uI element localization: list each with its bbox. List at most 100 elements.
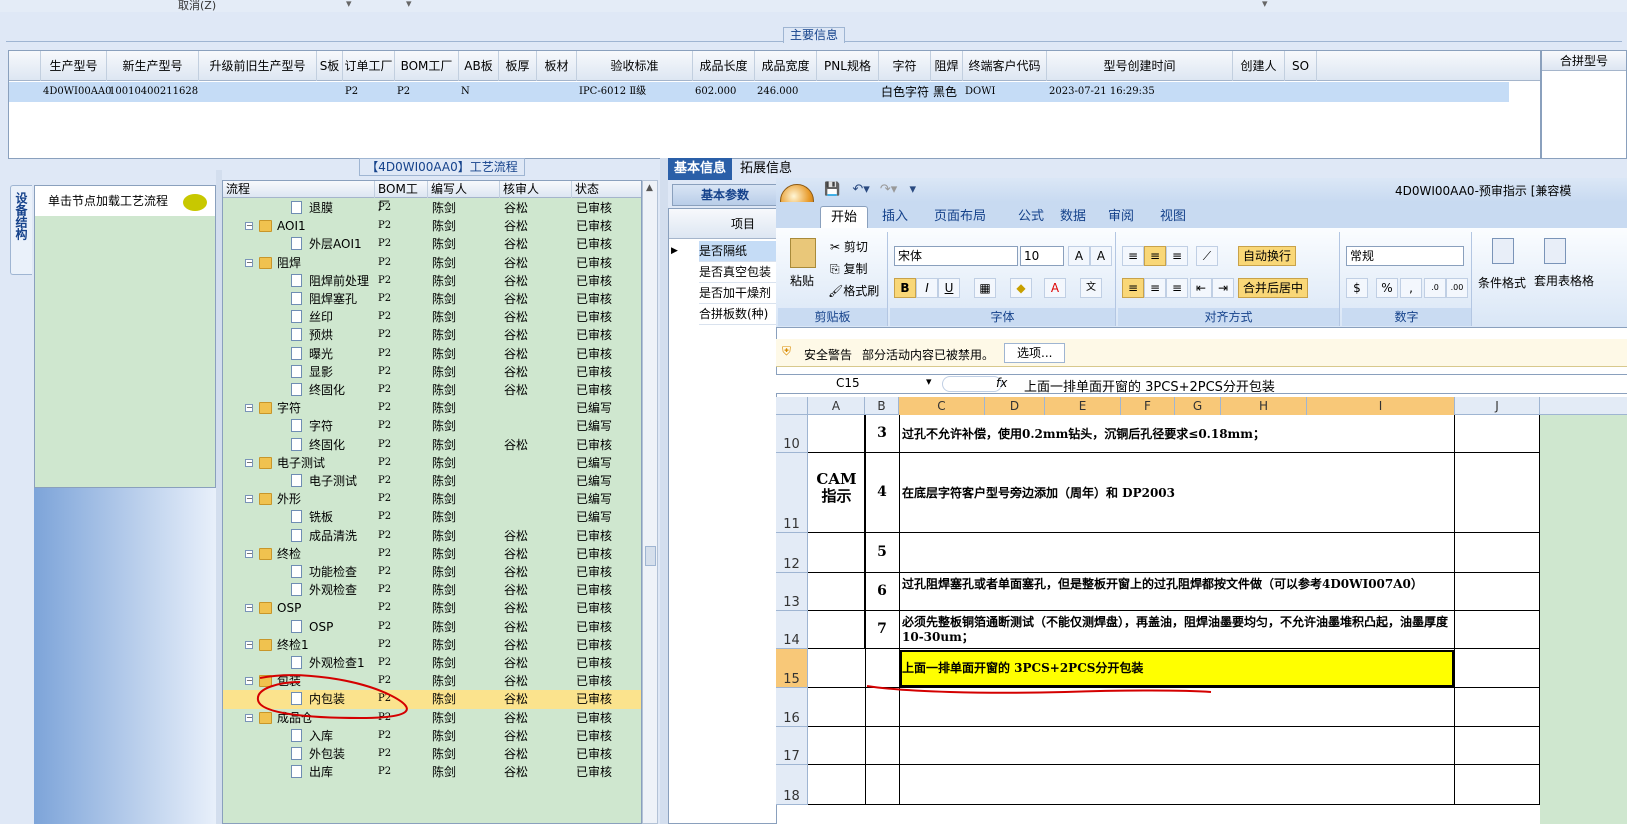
prop-row[interactable]: 是否真空包装 bbox=[699, 262, 777, 283]
decrease-decimal-icon[interactable]: .00 bbox=[1446, 278, 1468, 298]
col-header[interactable]: BOM工厂 bbox=[395, 51, 459, 81]
chevron-down-icon[interactable]: ▾ bbox=[406, 0, 412, 10]
collapse-icon[interactable]: − bbox=[245, 549, 253, 558]
tree-row[interactable]: 电子测试 P2 陈剑 已编写 bbox=[223, 472, 641, 490]
collapse-icon[interactable]: − bbox=[245, 604, 253, 613]
align-middle-icon[interactable]: ≡ bbox=[1144, 246, 1166, 266]
column-header[interactable]: C bbox=[899, 397, 985, 415]
cell-text[interactable]: 在底层字符客户型号旁边添加（周年）和 DP2003 bbox=[902, 486, 1452, 501]
tree-row[interactable]: 终固化 P2 陈剑 谷松 已审核 bbox=[223, 436, 641, 454]
collapse-icon[interactable]: − bbox=[245, 640, 253, 649]
row-header[interactable]: 18 bbox=[776, 765, 808, 805]
save-icon[interactable]: 💾 bbox=[824, 182, 840, 197]
collapse-icon[interactable]: − bbox=[245, 458, 253, 467]
row-header[interactable]: 16 bbox=[776, 688, 808, 727]
collapse-icon[interactable]: − bbox=[245, 222, 253, 231]
currency-icon[interactable]: $ bbox=[1346, 278, 1368, 298]
tree-row[interactable]: − 终检1 P2 陈剑 谷松 已审核 bbox=[223, 636, 641, 654]
border-icon[interactable]: ▦ bbox=[974, 278, 996, 298]
col-header[interactable]: AB板 bbox=[459, 51, 499, 81]
wrap-text-button[interactable]: 自动换行 bbox=[1238, 246, 1297, 266]
customize-icon[interactable]: ▾ bbox=[909, 182, 916, 197]
collapse-icon[interactable]: − bbox=[245, 404, 253, 413]
col-header[interactable]: PNL规格 bbox=[817, 51, 879, 81]
decrease-indent-icon[interactable]: ⇤ bbox=[1190, 278, 1212, 298]
tree-row[interactable]: 外层AOI1 P2 陈剑 谷松 已审核 bbox=[223, 235, 641, 253]
col-header-writer[interactable]: 编写人 bbox=[428, 181, 500, 198]
col-header[interactable]: 终端客户代码 bbox=[963, 51, 1047, 81]
orientation-icon[interactable]: ⟋ bbox=[1196, 246, 1218, 266]
tree-row[interactable]: 终固化 P2 陈剑 谷松 已审核 bbox=[223, 381, 641, 399]
col-header[interactable]: 字符 bbox=[879, 51, 931, 81]
col-header[interactable]: 升级前旧生产型号 bbox=[199, 51, 317, 81]
percent-icon[interactable]: % bbox=[1376, 278, 1398, 298]
table-cell[interactable]: 白色字符 bbox=[881, 82, 933, 102]
sheet-row[interactable] bbox=[808, 727, 1627, 765]
tab-extended-info[interactable]: 拓展信息 bbox=[734, 158, 798, 180]
formula-search-box[interactable] bbox=[942, 376, 1002, 392]
scrollbar-thumb[interactable] bbox=[645, 546, 656, 566]
options-button[interactable]: 选项... bbox=[1004, 343, 1066, 363]
cell-text[interactable]: 必须先整板铜箔通断测试（不能仅测焊盘），再盖油，阻焊油墨要均匀，不允许油墨堆积凸… bbox=[902, 615, 1452, 645]
table-format-icon[interactable] bbox=[1544, 238, 1566, 264]
increase-indent-icon[interactable]: ⇥ bbox=[1212, 278, 1234, 298]
column-header[interactable]: D bbox=[985, 397, 1045, 415]
bold-icon[interactable]: B bbox=[894, 278, 916, 298]
font-color-icon[interactable]: A bbox=[1044, 278, 1066, 298]
col-header[interactable]: S板 bbox=[317, 51, 343, 81]
row-header[interactable]: 13 bbox=[776, 573, 808, 611]
row-header[interactable]: 15 bbox=[776, 649, 808, 688]
col-header[interactable]: 创建人 bbox=[1233, 51, 1285, 81]
increase-decimal-icon[interactable]: .0 bbox=[1424, 278, 1446, 298]
column-header[interactable]: I bbox=[1307, 397, 1455, 415]
col-header[interactable]: 阻焊 bbox=[931, 51, 963, 81]
table-format-button[interactable]: 套用表格格 bbox=[1534, 274, 1627, 289]
name-box[interactable]: C15 bbox=[836, 376, 860, 390]
redo-icon[interactable]: ↷▾ bbox=[880, 182, 897, 197]
italic-icon[interactable]: I bbox=[916, 278, 938, 298]
table-row[interactable]: 4D0WI00AA0 10010400211628 P2 P2 N IPC-6012 Ⅱ级… bbox=[9, 82, 1509, 102]
tree-row[interactable]: 阻焊塞孔 P2 陈剑 谷松 已审核 bbox=[223, 290, 641, 308]
tree-row[interactable]: 曝光 P2 陈剑 谷松 已审核 bbox=[223, 345, 641, 363]
row-header[interactable]: 11 bbox=[776, 453, 808, 533]
ribbon-tab[interactable]: 插入 bbox=[872, 206, 918, 228]
cell-text[interactable]: 过孔阻焊塞孔或者单面塞孔，但是整板开窗上的过孔阻焊都按文件做（可以参考4D0WI… bbox=[902, 577, 1452, 592]
paste-icon[interactable] bbox=[790, 238, 816, 268]
collapse-icon[interactable]: − bbox=[245, 258, 253, 267]
scroll-up-icon[interactable]: ▲ bbox=[646, 183, 653, 193]
cut-button[interactable]: ✂ 剪切 bbox=[830, 238, 868, 255]
tree-row[interactable]: − AOI1 P2 陈剑 谷松 已审核 bbox=[223, 217, 641, 235]
row-header[interactable]: 17 bbox=[776, 727, 808, 765]
cancel-button[interactable]: 取消(Z) bbox=[178, 0, 216, 13]
paste-button[interactable]: 粘贴 bbox=[790, 272, 814, 289]
tree-row[interactable]: 阻焊前处理 P2 陈剑 谷松 已审核 bbox=[223, 272, 641, 290]
col-header[interactable]: 订单工厂 bbox=[343, 51, 395, 81]
merge-center-button[interactable]: 合并后居中 bbox=[1238, 278, 1309, 298]
col-header[interactable]: SO bbox=[1285, 51, 1317, 81]
conditional-format-button[interactable]: 条件格式 bbox=[1478, 274, 1526, 291]
column-header[interactable]: G bbox=[1175, 397, 1221, 415]
table-cell[interactable]: 10010400211628 bbox=[109, 82, 201, 102]
font-name-select[interactable]: 宋体 bbox=[894, 246, 1018, 266]
format-painter-button[interactable]: 🖌格式刷 bbox=[828, 282, 879, 299]
tree-row[interactable]: − 电子测试 P2 陈剑 已编写 bbox=[223, 454, 641, 472]
col-header[interactable]: 验收标准 bbox=[577, 51, 693, 81]
ribbon-tab[interactable]: 数据 bbox=[1050, 206, 1096, 228]
tree-row[interactable]: 出库 P2 陈剑 谷松 已审核 bbox=[223, 763, 641, 781]
col-header[interactable]: 新生产型号 bbox=[107, 51, 199, 81]
tree-row[interactable]: 功能检查 P2 陈剑 谷松 已审核 bbox=[223, 563, 641, 581]
ribbon-tab[interactable]: 页面布局 bbox=[924, 206, 996, 228]
tree-row[interactable]: 成品清洗 P2 陈剑 谷松 已审核 bbox=[223, 527, 641, 545]
conditional-format-icon[interactable] bbox=[1492, 238, 1514, 264]
tree-row[interactable]: 退膜 P2 陈剑 谷松 已审核 bbox=[223, 199, 641, 217]
column-header[interactable]: A bbox=[808, 397, 865, 415]
sheet-row[interactable] bbox=[808, 533, 1627, 573]
chevron-down-icon[interactable]: ▾ bbox=[926, 375, 932, 388]
column-header[interactable]: H bbox=[1221, 397, 1307, 415]
tree-row[interactable]: − 字符 P2 陈剑 已编写 bbox=[223, 399, 641, 417]
tree-row[interactable]: 预烘 P2 陈剑 谷松 已审核 bbox=[223, 326, 641, 344]
column-header[interactable]: J bbox=[1455, 397, 1540, 415]
phonetic-icon[interactable]: 文 bbox=[1080, 278, 1102, 298]
align-right-icon[interactable]: ≡ bbox=[1166, 278, 1188, 298]
align-center-icon[interactable]: ≡ bbox=[1144, 278, 1166, 298]
